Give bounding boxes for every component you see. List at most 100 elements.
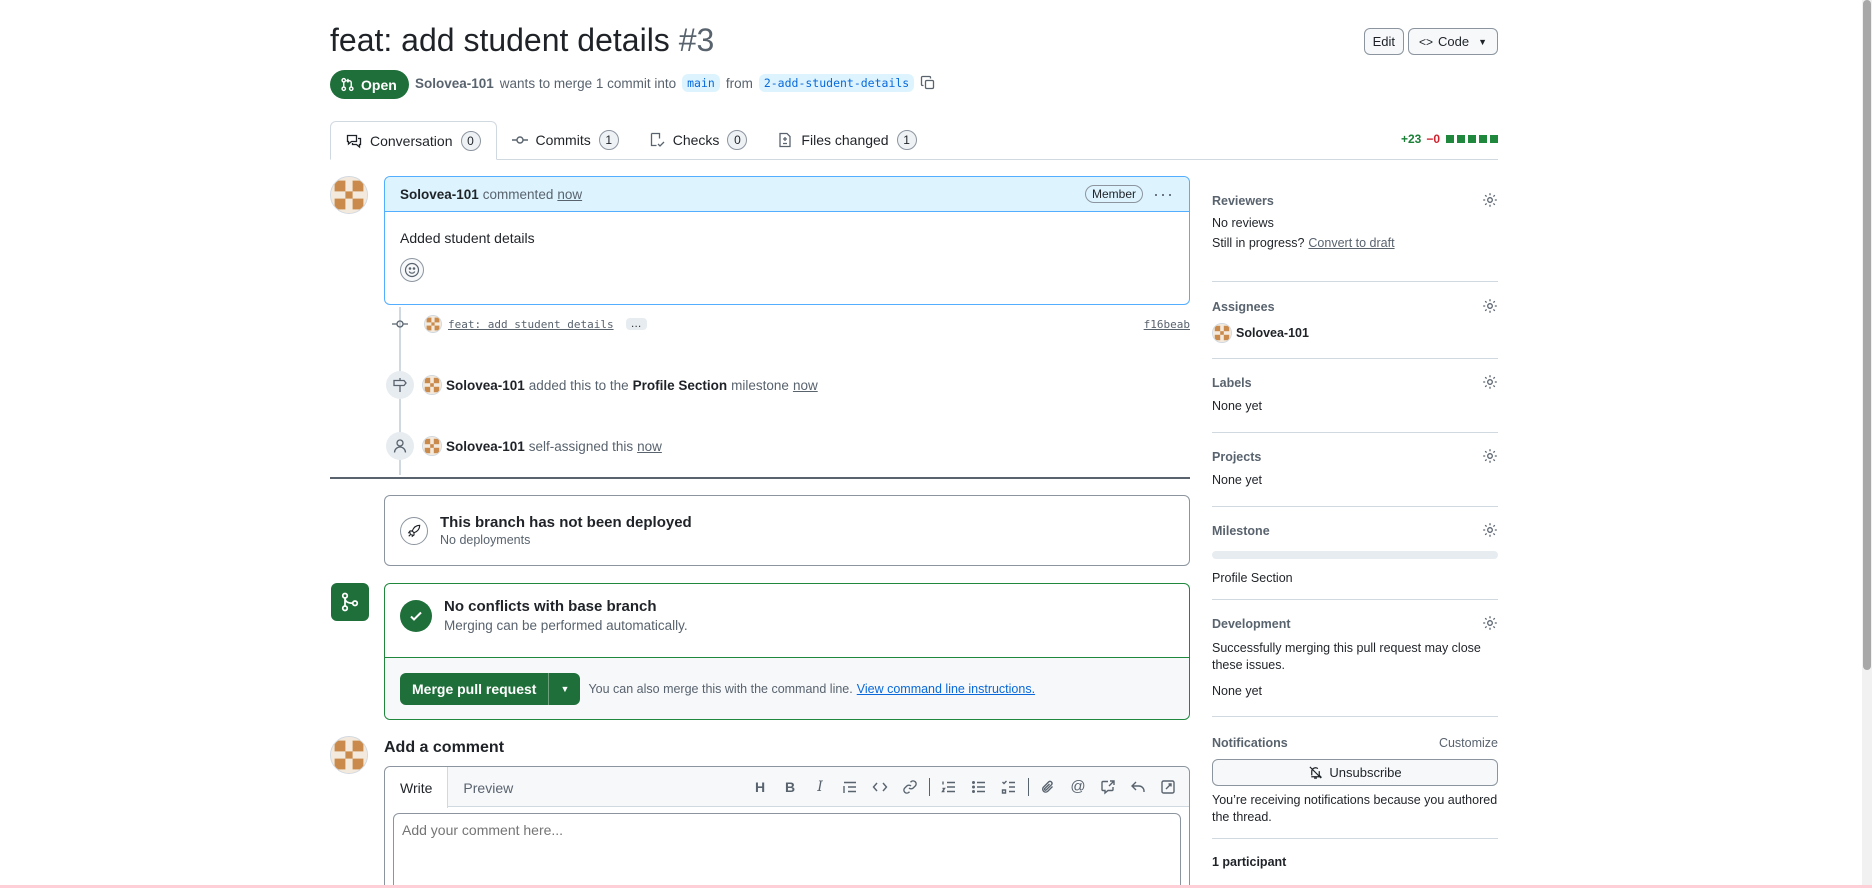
projects-value: None yet	[1212, 473, 1263, 487]
convert-to-draft-link[interactable]: Convert to draft	[1308, 236, 1394, 250]
commit-message-link[interactable]: feat: add student details	[448, 318, 614, 331]
toolbar-divider	[929, 777, 930, 796]
sidebar-title: Projects	[1212, 450, 1262, 464]
gear-icon[interactable]	[1482, 522, 1498, 541]
header-actions: Edit <> Code ▼	[1363, 28, 1498, 55]
base-branch[interactable]: main	[682, 74, 720, 92]
sidebar-title: Assignees	[1212, 300, 1275, 314]
code-icon[interactable]	[865, 773, 895, 801]
merge-status-title: No conflicts with base branch	[444, 598, 657, 615]
merge-pull-request-button[interactable]: Merge pull request	[400, 681, 548, 697]
bold-icon[interactable]: B	[775, 773, 805, 801]
edit-button[interactable]: Edit	[1363, 28, 1404, 55]
tab-counter: 1	[598, 130, 619, 150]
tab-commits[interactable]: Commits 1	[497, 121, 634, 159]
tab-label: Conversation	[370, 132, 453, 149]
sidebar-assignees: Assignees Solovea-101	[1212, 297, 1498, 359]
tab-write[interactable]: Write	[385, 767, 449, 808]
pr-author-link[interactable]: Solovea-101	[415, 76, 494, 91]
merge-button-group: Merge pull request ▼	[400, 672, 581, 705]
milestone-link[interactable]: Profile Section	[1212, 571, 1498, 585]
gear-icon[interactable]	[1482, 615, 1498, 634]
avatar[interactable]	[1212, 323, 1232, 343]
scrollbar-thumb[interactable]	[1863, 0, 1871, 670]
reply-icon[interactable]	[1123, 773, 1153, 801]
link-icon[interactable]	[895, 773, 925, 801]
add-reaction-button[interactable]	[400, 258, 424, 282]
milestone-progress-bar	[1212, 551, 1498, 559]
merge-summary: Solovea-101 wants to merge 1 commit into…	[415, 74, 936, 92]
gear-icon[interactable]	[1482, 298, 1498, 317]
diff-block	[1490, 135, 1498, 143]
tab-conversation[interactable]: Conversation 0	[330, 121, 497, 160]
command-line-link[interactable]: View command line instructions.	[857, 682, 1035, 696]
milestone-link[interactable]: Profile Section	[633, 378, 728, 393]
event-text: self-assigned this	[528, 438, 634, 454]
tab-checks[interactable]: Checks 0	[634, 121, 763, 159]
event-actor[interactable]: Solovea-101	[446, 439, 525, 454]
tab-counter: 1	[896, 130, 917, 150]
avatar[interactable]	[330, 176, 368, 214]
commit-expand-button[interactable]: …	[625, 318, 647, 330]
tab-preview[interactable]: Preview	[448, 767, 528, 808]
comment-author[interactable]: Solovea-101	[400, 187, 479, 202]
diff-deletions: −0	[1426, 132, 1440, 146]
comment-textarea[interactable]	[393, 813, 1181, 888]
cross-reference-icon[interactable]	[1093, 773, 1123, 801]
status-badge: Open	[330, 70, 409, 99]
gear-icon[interactable]	[1482, 374, 1498, 393]
commit-sha-link[interactable]: f16beab	[1144, 318, 1190, 331]
comment-body: Added student details	[400, 230, 535, 246]
tab-files-changed[interactable]: Files changed 1	[762, 121, 931, 159]
unsubscribe-button[interactable]: Unsubscribe	[1212, 759, 1498, 786]
commit-icon	[392, 320, 408, 328]
ordered-list-icon[interactable]	[934, 773, 964, 801]
avatar[interactable]	[422, 436, 442, 456]
event-time[interactable]: now	[793, 378, 818, 393]
merge-method-dropdown-icon[interactable]: ▼	[548, 672, 580, 705]
avatar[interactable]	[330, 736, 368, 774]
comment-time[interactable]: now	[557, 187, 582, 202]
mention-icon[interactable]: @	[1063, 773, 1093, 801]
pr-number: #3	[678, 22, 715, 58]
participants-title: 1 participant	[1212, 855, 1287, 869]
code-button[interactable]: <> Code ▼	[1407, 28, 1498, 55]
gear-icon[interactable]	[1482, 448, 1498, 467]
customize-link[interactable]: Customize	[1439, 736, 1498, 750]
timeline-divider	[330, 477, 1190, 479]
development-description: Successfully merging this pull request m…	[1212, 641, 1481, 672]
milestone-icon	[386, 371, 414, 399]
fullscreen-edit-icon[interactable]	[1153, 773, 1183, 801]
event-text: milestone	[731, 377, 789, 393]
caret-down-icon: ▼	[1478, 36, 1487, 47]
quote-icon[interactable]	[835, 773, 865, 801]
sidebar-title: Notifications	[1212, 736, 1288, 750]
copy-icon[interactable]	[920, 75, 936, 91]
timeline-commit: feat: add student details … f16beab	[390, 315, 1190, 333]
diff-block	[1468, 135, 1476, 143]
diff-block	[1479, 135, 1487, 143]
bell-slash-icon	[1309, 766, 1323, 779]
event-time[interactable]: now	[637, 439, 662, 454]
avatar[interactable]	[422, 375, 442, 395]
kebab-horizontal-icon[interactable]: ···	[1153, 184, 1174, 205]
diff-block	[1446, 135, 1454, 143]
unordered-list-icon[interactable]	[964, 773, 994, 801]
heading-icon[interactable]: H	[745, 773, 775, 801]
head-branch[interactable]: 2-add-student-details	[758, 74, 915, 92]
add-comment-heading: Add a comment	[384, 739, 505, 756]
event-actor[interactable]: Solovea-101	[446, 378, 525, 393]
paperclip-icon[interactable]	[1033, 773, 1063, 801]
gear-icon[interactable]	[1482, 192, 1498, 211]
event-text: added this to the	[528, 377, 629, 393]
labels-value: None yet	[1212, 399, 1263, 413]
comment-action: commented	[482, 186, 554, 202]
avatar[interactable]	[424, 315, 442, 333]
unsubscribe-label: Unsubscribe	[1329, 765, 1402, 780]
assignee-link[interactable]: Solovea-101	[1236, 326, 1309, 340]
merge-status-subtitle: Merging can be performed automatically.	[444, 618, 688, 633]
sidebar-labels: Labels None yet	[1212, 373, 1498, 433]
italic-icon[interactable]: I	[805, 773, 835, 801]
task-list-icon[interactable]	[994, 773, 1024, 801]
draft-prompt: Still in progress?	[1212, 236, 1305, 250]
